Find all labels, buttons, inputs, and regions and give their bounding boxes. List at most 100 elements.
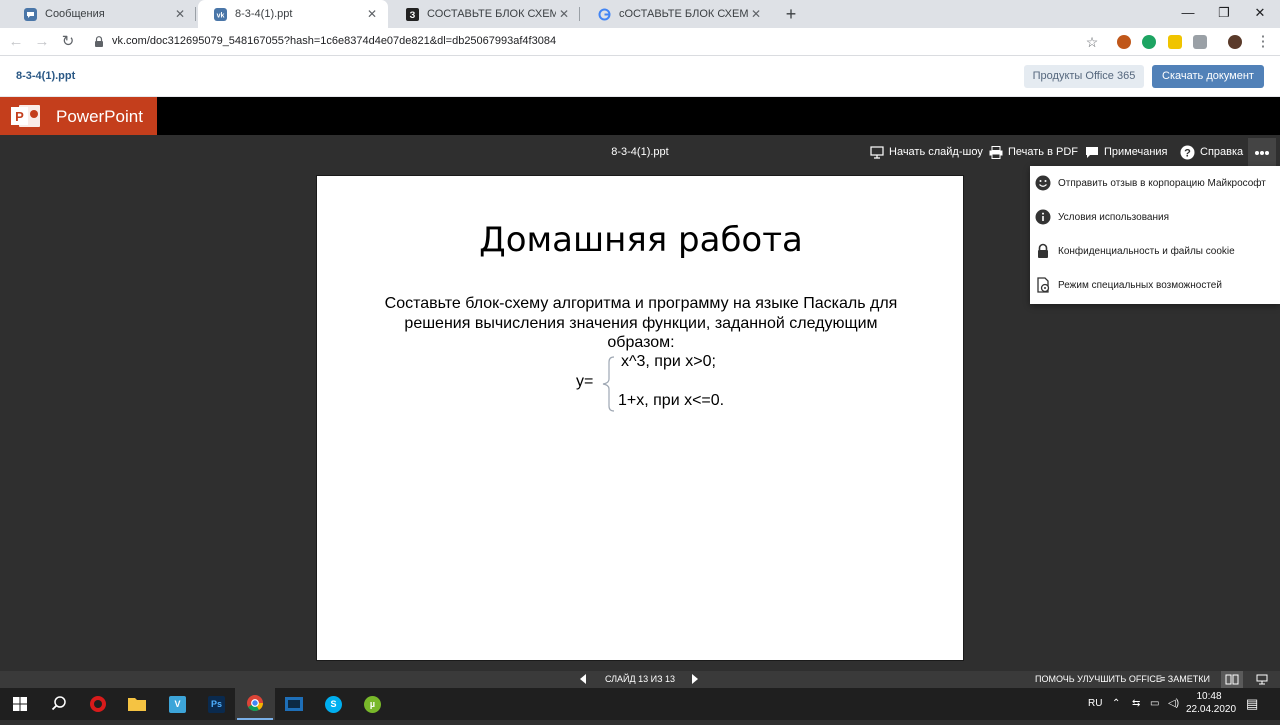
- taskbar-chrome[interactable]: [235, 688, 275, 720]
- browser-toolbar: ← → ↻ vk.com/doc312695079_548167055?hash…: [0, 28, 1280, 56]
- slideshow-view-button[interactable]: [1251, 671, 1273, 688]
- menu-item-label: Режим специальных возможностей: [1058, 279, 1222, 291]
- tab-close-button[interactable]: ✕: [748, 7, 764, 21]
- tab-messages[interactable]: Сообщения ✕: [8, 0, 196, 28]
- tray-usb-icon[interactable]: ⇆: [1132, 698, 1140, 709]
- powerpoint-logo-icon: P: [11, 105, 40, 127]
- function-label: y=: [576, 373, 594, 390]
- taskbar-photoshop[interactable]: Ps: [196, 688, 236, 720]
- extension-icon[interactable]: [1117, 35, 1131, 49]
- tab-google[interactable]: сОСТАВЬТЕ БЛОК СХЕМУ АЛГОр ✕: [582, 0, 772, 28]
- system-clock[interactable]: 10:48 22.04.2020: [1186, 690, 1236, 716]
- start-button[interactable]: [0, 688, 40, 720]
- reading-view-button[interactable]: [1221, 671, 1243, 688]
- previous-slide-button[interactable]: [580, 674, 586, 684]
- taskbar-recorder[interactable]: [78, 688, 118, 720]
- tray-overflow-chevron-icon[interactable]: ⌃: [1112, 698, 1120, 709]
- start-slideshow-button[interactable]: Начать слайд-шоу: [870, 144, 983, 160]
- notes-label: ЗАМЕТКИ: [1167, 674, 1210, 684]
- vk-messages-icon: [24, 7, 37, 21]
- tray-volume-icon[interactable]: ◁): [1168, 698, 1179, 709]
- znanija-icon: З: [406, 7, 419, 21]
- search-icon: [51, 696, 66, 711]
- print-pdf-label: Печать в PDF: [1008, 146, 1078, 158]
- minimize-button[interactable]: —: [1172, 0, 1204, 28]
- tab-close-button[interactable]: ✕: [556, 7, 572, 21]
- forward-button[interactable]: →: [32, 32, 52, 52]
- windows-logo-icon: [13, 697, 27, 711]
- taskbar-app-v[interactable]: V: [157, 688, 197, 720]
- tab-title: Сообщения: [45, 8, 105, 20]
- slide-body-text: Составьте блок-схему алгоритма и програм…: [384, 295, 898, 351]
- utorrent-icon: µ: [364, 696, 381, 713]
- document-filename: 8-3-4(1).ppt: [16, 70, 76, 82]
- viewer-command-bar: 8-3-4(1).ppt Начать слайд-шоу Печать в P…: [0, 135, 1280, 169]
- svg-text:vk: vk: [217, 12, 225, 19]
- tab-close-button[interactable]: ✕: [172, 7, 188, 21]
- language-indicator[interactable]: RU: [1088, 698, 1102, 709]
- menu-item-label: Условия использования: [1058, 211, 1169, 223]
- menu-item-terms[interactable]: Условия использования: [1030, 200, 1280, 234]
- chrome-icon: [247, 695, 263, 711]
- app-name: PowerPoint: [56, 107, 143, 126]
- back-button[interactable]: ←: [6, 32, 26, 52]
- slide-title: Домашняя работа: [479, 220, 803, 260]
- clock-time: 10:48: [1196, 691, 1222, 702]
- slideshow-icon: [1256, 674, 1268, 685]
- taskbar-screen-app[interactable]: [274, 688, 314, 720]
- notes-button[interactable]: ≡ ЗАМЕТКИ: [1160, 674, 1210, 684]
- taskbar-file-explorer[interactable]: [117, 688, 157, 720]
- office-app-bar: P PowerPoint: [0, 97, 1280, 135]
- close-window-button[interactable]: ✕: [1244, 0, 1276, 28]
- reload-button[interactable]: ↻: [58, 32, 78, 52]
- menu-item-accessibility[interactable]: Режим специальных возможностей: [1030, 268, 1280, 302]
- comments-label: Примечания: [1104, 146, 1168, 158]
- svg-text:P: P: [15, 109, 24, 124]
- printer-icon: [989, 145, 1003, 159]
- print-pdf-button[interactable]: Печать в PDF: [989, 144, 1078, 160]
- browser-menu-icon[interactable]: ⋮: [1253, 32, 1273, 52]
- new-tab-button[interactable]: +: [781, 4, 801, 24]
- profile-avatar[interactable]: [1228, 35, 1242, 49]
- taskbar-utorrent[interactable]: µ: [352, 688, 392, 720]
- tab-title: сОСТАВЬТЕ БЛОК СХЕМУ АЛГОр: [619, 8, 748, 20]
- menu-item-label: Отправить отзыв в корпорацию Майкрософт: [1058, 177, 1266, 189]
- help-icon: ?: [1180, 145, 1195, 159]
- powerpoint-brand[interactable]: P PowerPoint: [0, 97, 157, 135]
- improve-office-link[interactable]: ПОМОЧЬ УЛУЧШИТЬ OFFICE: [1035, 674, 1162, 684]
- comment-icon: [1086, 146, 1098, 158]
- maximize-button[interactable]: ❐: [1208, 0, 1240, 28]
- extension-icon[interactable]: [1142, 35, 1156, 49]
- taskbar-skype[interactable]: S: [313, 688, 353, 720]
- tray-network-icon[interactable]: ▭: [1150, 698, 1159, 709]
- menu-item-feedback[interactable]: Отправить отзыв в корпорацию Майкрософт: [1030, 166, 1280, 200]
- menu-item-privacy[interactable]: Конфиденциальность и файлы cookie: [1030, 234, 1280, 268]
- browser-tab-strip: Сообщения ✕ vk 8-3-4(1).ppt ✕ З СОСТАВЬТ…: [0, 0, 1280, 28]
- tab-separator: [579, 7, 580, 21]
- notifications-icon[interactable]: ▤: [1246, 696, 1258, 712]
- menu-item-label: Конфиденциальность и файлы cookie: [1058, 245, 1235, 257]
- more-dot: [1265, 151, 1269, 155]
- extension-icon[interactable]: [1193, 35, 1207, 49]
- tab-znanija[interactable]: З СОСТАВЬТЕ БЛОК СХЕМУ И ПР ✕: [390, 0, 580, 28]
- download-document-button[interactable]: Скачать документ: [1152, 65, 1264, 88]
- app-v-icon: V: [169, 696, 186, 713]
- tab-document[interactable]: vk 8-3-4(1).ppt ✕: [198, 0, 388, 28]
- smiley-icon: [1035, 175, 1051, 191]
- notes-icon: ≡: [1160, 674, 1168, 684]
- comments-button[interactable]: Примечания: [1085, 144, 1168, 160]
- next-slide-button[interactable]: [692, 674, 698, 684]
- record-icon: [90, 696, 106, 712]
- address-bar[interactable]: vk.com/doc312695079_548167055?hash=1c6e8…: [112, 35, 556, 47]
- extension-icon[interactable]: [1168, 35, 1182, 49]
- tab-close-button[interactable]: ✕: [364, 7, 380, 21]
- help-button[interactable]: ? Справка: [1180, 144, 1243, 160]
- slide: Домашняя работа Составьте блок-схему алг…: [316, 175, 964, 661]
- more-options-button[interactable]: [1248, 138, 1276, 166]
- skype-icon: S: [325, 696, 342, 713]
- office-products-button[interactable]: Продукты Office 365: [1024, 65, 1144, 88]
- bookmark-star-icon[interactable]: ☆: [1082, 32, 1102, 52]
- screen-icon: [285, 697, 303, 711]
- svg-text:З: З: [410, 10, 416, 20]
- search-button[interactable]: [38, 688, 78, 720]
